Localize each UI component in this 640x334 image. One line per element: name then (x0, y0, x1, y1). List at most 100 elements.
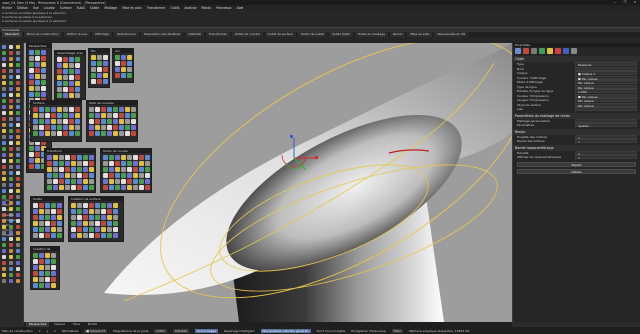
tool-icon[interactable] (119, 113, 124, 118)
curve-piping-icon[interactable] (555, 48, 561, 54)
status-item[interactable]: Ortho (154, 328, 167, 333)
tool-icon[interactable] (91, 79, 96, 84)
snap-option[interactable]: ☐ Courbe (2, 218, 15, 222)
tool-icon[interactable] (115, 55, 120, 60)
tool-icon[interactable] (2, 153, 6, 157)
tool-icon[interactable] (16, 81, 20, 85)
tool-icon[interactable] (83, 203, 88, 208)
tool-icon[interactable] (45, 233, 50, 238)
tool-icon[interactable] (41, 80, 46, 85)
tool-icon[interactable] (89, 107, 94, 112)
tool-icon[interactable] (9, 45, 13, 49)
tool-icon[interactable] (103, 173, 108, 178)
tool-icon[interactable] (2, 135, 6, 139)
tool-icon[interactable] (121, 67, 126, 72)
tool-icon[interactable] (47, 185, 52, 190)
tool-icon[interactable] (39, 209, 44, 214)
tool-icon[interactable] (101, 221, 106, 226)
menu-item[interactable]: Aide (236, 6, 243, 10)
tool-icon[interactable] (127, 55, 132, 60)
tool-icon[interactable] (16, 189, 20, 193)
snap-option[interactable]: ☐ Sur (2, 198, 10, 202)
tool-icon[interactable] (45, 209, 50, 214)
tool-icon[interactable] (2, 63, 6, 67)
tool-icon[interactable] (125, 107, 130, 112)
tool-icon[interactable] (121, 173, 126, 178)
tool-icon[interactable] (75, 107, 80, 112)
toolbar-panel-title[interactable]: Outil de courbes (87, 101, 137, 105)
tool-icon[interactable] (16, 267, 20, 271)
tool-icon[interactable] (41, 74, 46, 79)
tool-icon[interactable] (69, 93, 74, 98)
tool-icon[interactable] (2, 129, 6, 133)
tool-icon[interactable] (47, 167, 52, 172)
tool-icon[interactable] (107, 233, 112, 238)
snap-option[interactable]: ☐ Ext (2, 203, 10, 207)
maximize-button[interactable]: ❐ (622, 0, 628, 4)
tool-icon[interactable] (16, 219, 20, 223)
tool-icon[interactable] (29, 86, 34, 91)
toolbar-panel-title[interactable]: Création de surface (69, 197, 123, 201)
tool-icon[interactable] (33, 209, 38, 214)
tool-icon[interactable] (2, 279, 6, 283)
tool-icon[interactable] (2, 189, 6, 193)
tool-icon[interactable] (51, 253, 56, 258)
tool-icon[interactable] (103, 61, 108, 66)
status-item[interactable]: Accrochages (195, 328, 219, 333)
tool-icon[interactable] (65, 179, 70, 184)
tool-icon[interactable] (57, 227, 62, 232)
tool-icon[interactable] (53, 173, 58, 178)
tool-icon[interactable] (2, 237, 6, 241)
tool-icon[interactable] (125, 131, 130, 136)
property-value[interactable]: ✓ (575, 155, 637, 160)
tool-icon[interactable] (127, 73, 132, 78)
tool-icon[interactable] (125, 113, 130, 118)
tool-icon[interactable] (9, 159, 13, 163)
tool-icon[interactable] (57, 107, 62, 112)
tool-icon[interactable] (33, 271, 38, 276)
tool-icon[interactable] (16, 129, 20, 133)
toolbar-panel-title[interactable]: Mo (89, 49, 109, 53)
tool-icon[interactable] (51, 215, 56, 220)
tool-icon[interactable] (9, 117, 13, 121)
tool-icon[interactable] (16, 237, 20, 241)
tool-icon[interactable] (83, 185, 88, 190)
toolbar-panel[interactable]: Mo (88, 48, 110, 88)
tool-icon[interactable] (39, 259, 44, 264)
tool-icon[interactable] (95, 221, 100, 226)
toolbar-panel[interactable]: Acc (112, 48, 134, 83)
menu-item[interactable]: Courbe (44, 6, 55, 10)
tool-icon[interactable] (9, 87, 13, 91)
tool-icon[interactable] (139, 161, 144, 166)
tool-icon[interactable] (16, 57, 20, 61)
tool-icon[interactable] (16, 45, 20, 49)
tool-icon[interactable] (77, 179, 82, 184)
tool-icon[interactable] (71, 161, 76, 166)
tool-icon[interactable] (121, 161, 126, 166)
tool-icon[interactable] (29, 62, 34, 67)
tool-icon[interactable] (35, 68, 40, 73)
tool-icon[interactable] (71, 227, 76, 232)
menu-item[interactable]: SubD (77, 6, 85, 10)
tool-icon[interactable] (9, 273, 13, 277)
tool-icon[interactable] (101, 227, 106, 232)
tool-icon[interactable] (33, 119, 38, 124)
tool-icon[interactable] (51, 271, 56, 276)
tool-icon[interactable] (2, 177, 6, 181)
tool-icon[interactable] (95, 233, 100, 238)
tool-icon[interactable] (35, 50, 40, 55)
tool-icon[interactable] (16, 243, 20, 247)
tool-icon[interactable] (83, 179, 88, 184)
tool-icon[interactable] (2, 261, 6, 265)
tool-icon[interactable] (75, 81, 80, 86)
tool-icon[interactable] (139, 155, 144, 160)
tool-icon[interactable] (9, 93, 13, 97)
tool-icon[interactable] (145, 173, 150, 178)
tool-icon[interactable] (33, 203, 38, 208)
tool-icon[interactable] (103, 179, 108, 184)
tool-icon[interactable] (119, 119, 124, 124)
property-value[interactable]: Par calque (575, 84, 637, 90)
texture-icon[interactable] (531, 48, 537, 54)
tool-icon[interactable] (109, 155, 114, 160)
more-icon[interactable] (571, 48, 577, 54)
